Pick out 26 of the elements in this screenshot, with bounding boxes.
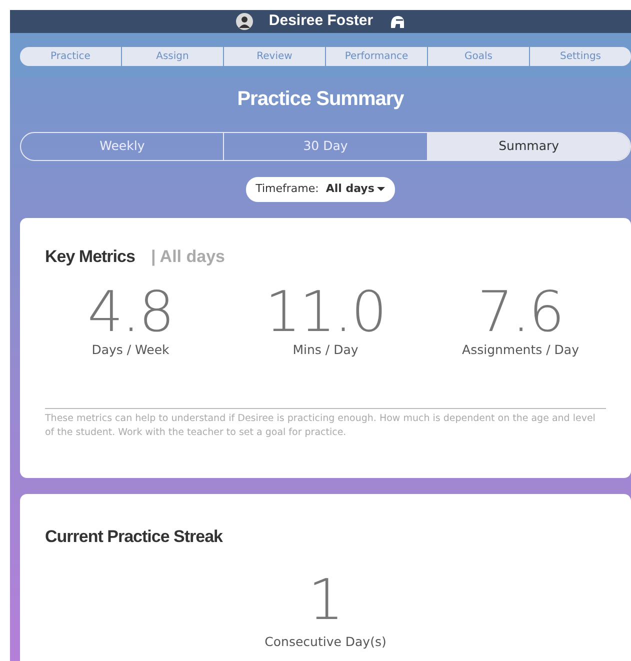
caret-icon (377, 186, 386, 191)
metric-label: Assignments / Day (462, 341, 579, 359)
card-subtitle: | All days (150, 246, 225, 268)
metric-label: Mins / Day (292, 341, 358, 359)
metric-value: 11.0 (265, 285, 386, 341)
nav-tab[interactable]: Review (224, 47, 326, 66)
user-name: Desiree Foster (268, 11, 374, 32)
nav-tab[interactable]: Assign (122, 47, 224, 66)
metric-value: 4.8 (87, 285, 174, 341)
note-text: These metrics can help to understand if Desiree is practicing enough. How much is dependent on the age and level of the student. Work with the teacher to set a goal for practice. (45, 408, 606, 440)
timeframe-dropdown[interactable]: Timeframe: All days (246, 177, 396, 202)
nav-tab[interactable]: Performance (326, 47, 428, 66)
avatar-icon (236, 13, 253, 30)
streak-value: 1 (308, 573, 343, 629)
view-tab[interactable]: Weekly (21, 133, 224, 160)
card-title: Current Practice Streak (45, 526, 224, 548)
card-title: Key Metrics (45, 246, 135, 268)
nav-tab[interactable]: Practice (20, 47, 122, 66)
metric-value: 7.6 (477, 285, 564, 341)
nav-tab[interactable]: Goals (428, 47, 530, 66)
streak-label: Consecutive Day(s) (264, 634, 386, 649)
metric-label: Days / Week (92, 341, 170, 359)
helmet-icon (389, 14, 406, 28)
page-title: Practice Summary (236, 87, 405, 112)
view-tab[interactable]: Summary (428, 133, 630, 160)
nav-tab[interactable]: Settings (530, 47, 631, 66)
